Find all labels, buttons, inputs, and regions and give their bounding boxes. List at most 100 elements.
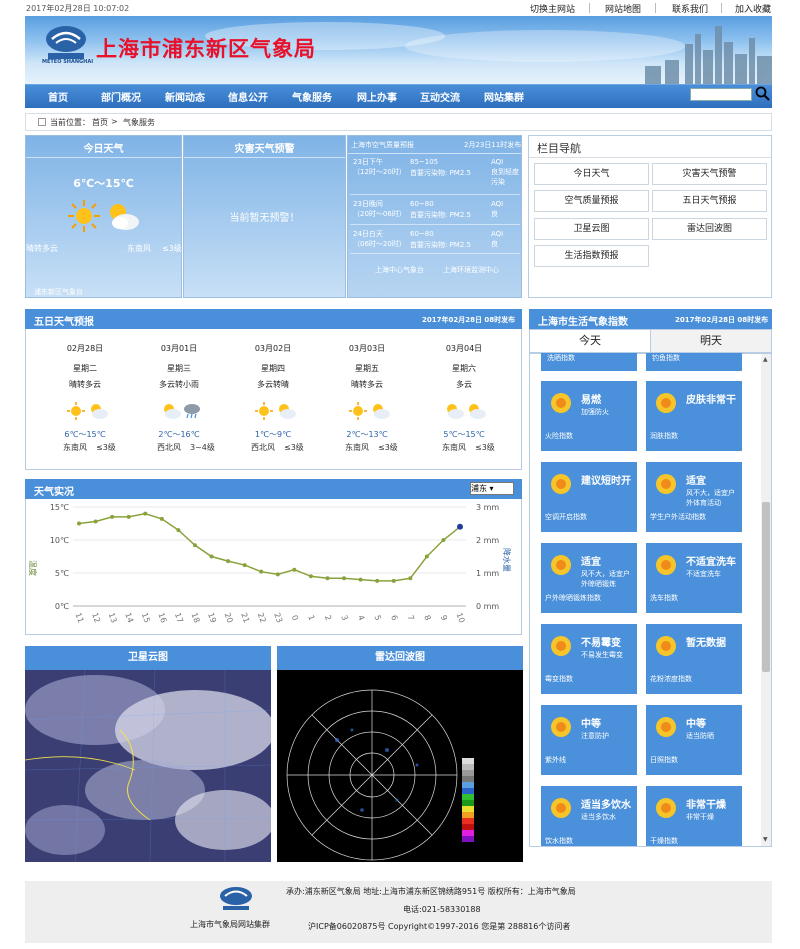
footer-logo-icon [215, 886, 257, 915]
y-axis-label: 温度 [28, 560, 38, 576]
nav-interaction[interactable]: 互动交流 [420, 89, 460, 104]
colnav-life-index[interactable]: 生活指数预报 [534, 245, 649, 267]
radar-title[interactable]: 雷达回波图 [375, 652, 425, 663]
scroll-down-icon[interactable]: ▼ [763, 836, 768, 843]
temperature-point[interactable] [143, 511, 148, 516]
five-day-title[interactable]: 五日天气预报 [34, 313, 94, 328]
temperature-point[interactable] [176, 528, 181, 533]
temperature-point[interactable] [242, 563, 247, 568]
life-card[interactable]: 适宜 风不大，适宜户外体育活动 学生户外活动指数 [646, 462, 742, 532]
breadcrumb-home-link[interactable]: 首页 [92, 117, 108, 128]
tab-today[interactable]: 今天 [530, 330, 650, 352]
aqi-title[interactable]: 上海市空气质量预报 [351, 140, 414, 150]
life-card[interactable]: 洗晒指数 [541, 353, 637, 371]
colnav-disaster-warning[interactable]: 灾害天气预警 [652, 163, 767, 185]
forecast-date: 03月04日 [445, 344, 483, 353]
card-subtitle: 风不大，适宜户外晾晒锻炼 [581, 570, 630, 588]
card-title: 适宜 [686, 476, 706, 487]
car-icon [652, 551, 680, 579]
temperature-point[interactable] [292, 567, 297, 572]
card-label: 空调开启指数 [545, 513, 587, 521]
forecast-date: 02月28日 [66, 344, 104, 353]
temperature-point[interactable] [358, 577, 363, 582]
nav-department[interactable]: 部门概况 [101, 89, 141, 104]
temperature-point[interactable] [375, 578, 380, 583]
partly-cloudy-icon [104, 198, 142, 237]
colnav-air-quality[interactable]: 空气质量预报 [534, 190, 649, 212]
search-icon[interactable] [755, 86, 770, 102]
temperature-point[interactable] [457, 523, 463, 530]
temperature-point[interactable] [259, 569, 264, 574]
life-card[interactable]: 皮肤非常干 润肤指数 [646, 381, 742, 451]
temperature-point[interactable] [192, 543, 197, 548]
nav-news[interactable]: 新闻动态 [165, 89, 205, 104]
mold-icon [547, 632, 575, 660]
today-weather-title[interactable]: 今日天气 [25, 140, 182, 155]
satellite-cloud-image[interactable] [24, 669, 275, 863]
temperature-point[interactable] [424, 554, 429, 559]
nav-weather-service[interactable]: 气象服务 [292, 89, 332, 104]
life-card[interactable]: 中等 适当防晒 日照指数 [646, 705, 742, 775]
temperature-point[interactable] [275, 572, 280, 577]
nav-site-cluster[interactable]: 网站集群 [484, 89, 524, 104]
temperature-point[interactable] [308, 574, 313, 579]
live-weather-title[interactable]: 天气实况 [34, 483, 74, 498]
forecast-wind-level: ≤3级 [475, 443, 495, 452]
life-index-title[interactable]: 上海市生活气象指数 [538, 313, 628, 328]
colnav-satellite[interactable]: 卫星云图 [534, 218, 649, 240]
fire-icon [547, 389, 575, 417]
temperature-point[interactable] [226, 559, 231, 564]
life-card[interactable]: 中等 注意防护 紫外线 [541, 705, 637, 775]
search-input[interactable] [690, 88, 752, 101]
temperature-point[interactable] [342, 576, 347, 581]
divider [350, 253, 520, 254]
temperature-point[interactable] [408, 576, 413, 581]
nav-home[interactable]: 首页 [48, 89, 68, 104]
shanghai-env-monitor-link[interactable]: 上海环境监测中心 [443, 265, 499, 275]
location-icon [38, 118, 46, 126]
nav-info-public[interactable]: 信息公开 [228, 89, 268, 104]
warning-title[interactable]: 灾害天气预警 [183, 140, 346, 155]
scrollbar-thumb[interactable] [762, 502, 770, 672]
life-card[interactable]: 暂无数据 花粉浓度指数 [646, 624, 742, 694]
site-map-link[interactable]: 网站地图 [605, 2, 641, 15]
colnav-radar[interactable]: 雷达回波图 [652, 218, 767, 240]
temperature-point[interactable] [209, 554, 214, 559]
colnav-today-weather[interactable]: 今日天气 [534, 163, 649, 185]
temperature-point[interactable] [325, 576, 330, 581]
card-title: 皮肤非常干 [686, 395, 736, 406]
card-title: 中等 [581, 719, 601, 730]
radar-echo-image[interactable] [277, 670, 523, 862]
colnav-five-day[interactable]: 五日天气预报 [652, 190, 767, 212]
temperature-point[interactable] [126, 514, 131, 519]
life-card[interactable]: 非常干燥 非常干燥 干燥指数 [646, 786, 742, 846]
life-card[interactable]: 易燃 加强防火 火险指数 [541, 381, 637, 451]
nav-online-service[interactable]: 网上办事 [357, 89, 397, 104]
temperature-point[interactable] [77, 521, 81, 526]
city-select[interactable]: 浦东 ▾ [470, 482, 514, 495]
temperature-point[interactable] [391, 578, 396, 583]
switch-main-site-link[interactable]: 切换主网站 [530, 2, 575, 15]
add-favorite-link[interactable]: 加入收藏 [735, 2, 771, 15]
x-tick-label: 20 [223, 612, 235, 625]
temperature-point[interactable] [93, 519, 98, 524]
tab-tomorrow[interactable]: 明天 [651, 330, 771, 352]
life-card[interactable]: 不易霉变 不易发生霉变 霉变指数 [541, 624, 637, 694]
footer-icp: 沪ICP备06020875号 Copyright©1997-2016 您是第 2… [308, 922, 571, 931]
scroll-up-icon[interactable]: ▲ [763, 356, 768, 363]
scrollbar[interactable]: ▲ ▼ [761, 354, 771, 846]
forecast-temp: 2℃～13℃ [346, 430, 388, 439]
satellite-title[interactable]: 卫星云图 [128, 652, 168, 663]
temperature-point[interactable] [441, 538, 446, 542]
temperature-point[interactable] [159, 516, 164, 521]
life-card[interactable]: 钓鱼指数 [646, 353, 742, 371]
contact-us-link[interactable]: 联系我们 [672, 2, 708, 15]
life-card[interactable]: 不适宜洗车 不适宜洗车 洗车指数 [646, 543, 742, 613]
card-title: 适当多饮水 [581, 800, 631, 811]
shanghai-met-center-link[interactable]: 上海中心气象台 [375, 265, 424, 275]
forecast-wind-level: ≤3级 [378, 443, 398, 452]
life-card[interactable]: 建议短时开 空调开启指数 [541, 462, 637, 532]
life-card[interactable]: 适当多饮水 适当多饮水 饮水指数 [541, 786, 637, 846]
temperature-point[interactable] [110, 514, 115, 519]
life-card[interactable]: 适宜 风不大，适宜户外晾晒锻炼 户外晾晒锻炼指数 [541, 543, 637, 613]
